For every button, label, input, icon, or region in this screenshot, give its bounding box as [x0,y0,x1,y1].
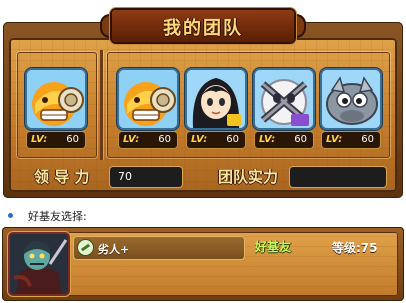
level-label: LV: [259,134,276,145]
orange-mech-creature-icon [27,70,85,128]
white-bandaged-creature-icon [255,70,313,128]
friend-name: 劣人+ [98,243,130,256]
level-badge: LV: 60 [119,132,177,148]
friend-level: 等级:75 [332,241,378,255]
friend-tag: 好基友 [255,240,292,254]
dark-haired-girl-icon [187,70,245,128]
team-power-value-box [290,167,386,187]
level-label: LV: [326,134,343,145]
leaf-badge-icon [78,240,93,255]
level-label: LV: [31,134,48,145]
leadership-value: 70 [118,170,132,183]
panel-title: 我的团队 [163,18,243,39]
level-value: 60 [294,134,307,145]
member-card-1[interactable]: LV: 60 [119,70,177,152]
level-label: LV: [123,134,140,145]
orange-mech-creature-icon [119,70,177,128]
level-badge: LV: 60 [322,132,380,148]
leadership-label: 领 导 力 [34,168,90,186]
friend-selection-label: 好基友选择: [28,210,87,223]
level-badge: LV: 60 [187,132,245,148]
zombie-warrior-icon[interactable] [10,234,68,294]
title-plate: 我的团队 [100,4,306,44]
team-panel: 我的团队 LV: 60 LV: 60 LV: 60 LV: 60 LV: 60 … [0,0,406,200]
bullet-icon [8,213,13,218]
gray-rhino-creature-icon [322,70,380,128]
friend-name-plate: 劣人+ [74,237,244,259]
level-badge: LV: 60 [255,132,313,148]
level-value: 60 [361,134,374,145]
member-card-3[interactable]: LV: 60 [255,70,313,152]
team-power-label: 团队实力 [218,168,279,186]
level-value: 60 [158,134,171,145]
member-card-2[interactable]: LV: 60 [187,70,245,152]
level-label: LV: [191,134,208,145]
level-value: 60 [66,134,79,145]
leadership-value-box: 70 [110,167,182,187]
member-card-4[interactable]: LV: 60 [322,70,380,152]
level-value: 60 [226,134,239,145]
level-badge: LV: 60 [27,132,85,148]
section-divider [100,50,103,160]
leader-card[interactable]: LV: 60 [27,70,85,152]
